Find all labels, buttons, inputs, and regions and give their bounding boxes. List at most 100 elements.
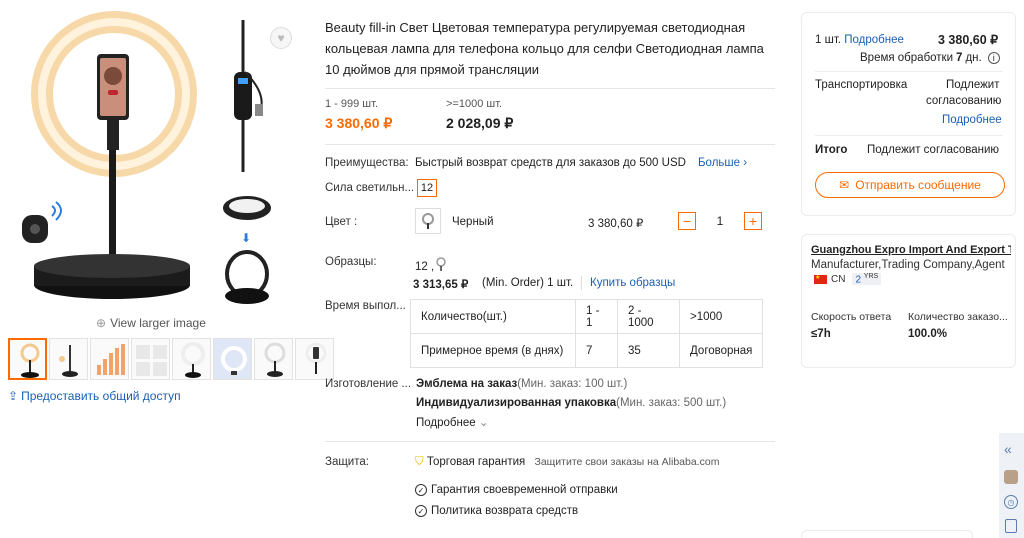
table-cell: 35: [617, 333, 680, 368]
orders-value: 100.0%: [908, 328, 948, 340]
table-cell: Договорная: [678, 333, 764, 368]
thumbnail[interactable]: [131, 338, 170, 380]
benefits-more-link[interactable]: Больше ›: [698, 157, 747, 169]
color-name: Черный: [452, 216, 494, 228]
lower-card: [801, 530, 973, 538]
check-circle-icon: ✓: [415, 484, 427, 496]
thumbnail-strip: [8, 338, 334, 380]
svg-text:⬇: ⬇: [241, 231, 251, 245]
benefits-text: Быстрый возврат средств для заказов до 5…: [415, 157, 686, 169]
supplier-name-link[interactable]: Guangzhou Expro Import And Export Tr...: [811, 244, 1011, 256]
china-flag-icon: ★: [814, 274, 827, 284]
processing-time: Время обработки 7 дн. i: [860, 52, 1000, 64]
processing-unit: дн.: [965, 52, 982, 64]
divider: [325, 144, 775, 145]
quantity-input[interactable]: [696, 212, 744, 230]
total-value: Подлежит согласованию: [867, 144, 1000, 156]
shipping-label: Транспортировка: [815, 79, 908, 91]
trade-assurance-shield-icon: ⛉: [415, 456, 424, 468]
protection-item-label: Политика возврата средств: [431, 505, 579, 517]
chevron-right-icon: ›: [743, 157, 748, 169]
tier-range-2: >=1000 шт.: [446, 98, 503, 110]
supplier-badges: ★ CN 2 YRS: [814, 273, 882, 286]
custom-packaging-line: Индивидуализированная упаковка(Мин. зака…: [416, 397, 726, 409]
share-link[interactable]: ⇪ Предоставить общий доступ: [8, 389, 181, 403]
divider: [581, 276, 582, 290]
tier-range-1: 1 - 999 шт.: [325, 98, 379, 110]
view-larger-link[interactable]: ⊕ View larger image: [96, 316, 206, 330]
custom-logo-title: Эмблема на заказ: [416, 378, 518, 390]
send-message-label: Отправить сообщение: [855, 178, 981, 192]
thumbnail[interactable]: [49, 338, 88, 380]
notes-icon[interactable]: [1005, 519, 1017, 533]
color-swatch[interactable]: [415, 208, 441, 234]
shipping-value-2: согласованию: [926, 95, 1002, 107]
samples-min-order: (Min. Order) 1 шт.: [482, 277, 574, 289]
table-row: Количество(шт.) 1 - 1 2 - 1000 >1000: [410, 299, 764, 334]
table-row: Примерное время (в днях) 7 35 Договорная: [410, 333, 764, 368]
order-qty: 1 шт. Подробнее: [815, 34, 904, 46]
product-title: Beauty fill-in Свет Цветовая температура…: [325, 20, 764, 77]
view-larger-label: View larger image: [110, 316, 206, 330]
custom-packaging-title: Индивидуализированная упаковка: [416, 397, 617, 409]
power-option-chip[interactable]: 12: [417, 179, 437, 197]
color-price: 3 380,60 ₽: [588, 218, 644, 230]
samples-spec-icon: [433, 256, 449, 275]
divider: [325, 441, 775, 442]
protection-item-label: Гарантия своевременной отправки: [431, 484, 618, 496]
divider: [325, 88, 775, 89]
shipping-details-link[interactable]: Подробнее: [942, 114, 1002, 126]
info-icon[interactable]: i: [987, 52, 1000, 64]
table-cell: Количество(шт.): [410, 299, 576, 334]
buy-samples-link[interactable]: Купить образцы: [590, 277, 675, 289]
custom-packaging-note: (Мин. заказ: 500 шт.): [616, 397, 727, 409]
processing-value: 7: [956, 52, 963, 64]
trade-assurance-note: Защитите свои заказы на Alibaba.com: [534, 456, 720, 468]
samples-spec: 12 ,: [415, 261, 435, 273]
increase-button[interactable]: +: [744, 212, 762, 230]
ring-light-thumb-icon: [422, 213, 434, 229]
custom-more-link[interactable]: Подробнее ⌄: [416, 415, 488, 429]
thumbnail[interactable]: [8, 338, 47, 380]
thumbnail[interactable]: [295, 338, 334, 380]
table-cell: >1000: [678, 299, 764, 334]
collapse-double-chevron-icon[interactable]: «: [1004, 441, 1012, 457]
color-label: Цвет :: [325, 216, 358, 228]
trade-assurance-label: Торговая гарантия: [426, 456, 526, 468]
order-details-link[interactable]: Подробнее: [844, 34, 904, 46]
protection-item-refund: ✓ Политика возврата средств: [415, 505, 578, 517]
decrease-button[interactable]: −: [678, 212, 696, 230]
avatar[interactable]: [1004, 470, 1018, 484]
custom-logo-line: Эмблема на заказ(Мин. заказ: 100 шт.): [416, 378, 627, 390]
share-label: Предоставить общий доступ: [21, 389, 181, 403]
favorite-heart-icon[interactable]: ♥: [270, 27, 292, 49]
thumbnail[interactable]: [172, 338, 211, 380]
table-cell: Примерное время (в днях): [410, 333, 576, 368]
orders-label: Количество заказо...: [908, 311, 1008, 323]
thumbnail[interactable]: [213, 338, 252, 380]
samples-price: 3 313,65 ₽: [413, 279, 469, 291]
table-cell: 1 - 1: [575, 299, 618, 334]
send-message-button[interactable]: ✉ Отправить сообщение: [815, 172, 1005, 198]
trade-assurance: ⛉ Торговая гарантия Защитите свои заказы…: [415, 456, 719, 469]
shipping-value-1: Подлежит: [946, 79, 1000, 91]
response-value: ≤7h: [811, 328, 831, 340]
protection-item-shipping: ✓ Гарантия своевременной отправки: [415, 484, 618, 496]
protection-label: Защита:: [325, 456, 369, 468]
history-clock-icon[interactable]: ◷: [1004, 495, 1018, 509]
divider: [815, 135, 1003, 136]
thumbnail[interactable]: [90, 338, 129, 380]
chevron-down-icon: ⌄: [478, 417, 489, 429]
processing-label: Время обработки: [860, 52, 954, 64]
lead-time-table: Количество(шт.) 1 - 1 2 - 1000 >1000 При…: [410, 299, 764, 368]
supplier-years-badge: 2 YRS: [852, 273, 882, 286]
order-qty-value: 1 шт.: [815, 34, 842, 46]
supplier-country: CN: [831, 273, 846, 285]
envelope-icon: ✉: [839, 178, 850, 192]
supplier-type: Manufacturer,Trading Company,Agent: [811, 259, 1005, 271]
total-label: Итого: [815, 144, 848, 156]
custom-logo-note: (Мин. заказ: 100 шт.): [517, 378, 628, 390]
thumbnail[interactable]: [254, 338, 293, 380]
check-circle-icon: ✓: [415, 505, 427, 517]
main-product-image[interactable]: [8, 10, 208, 310]
